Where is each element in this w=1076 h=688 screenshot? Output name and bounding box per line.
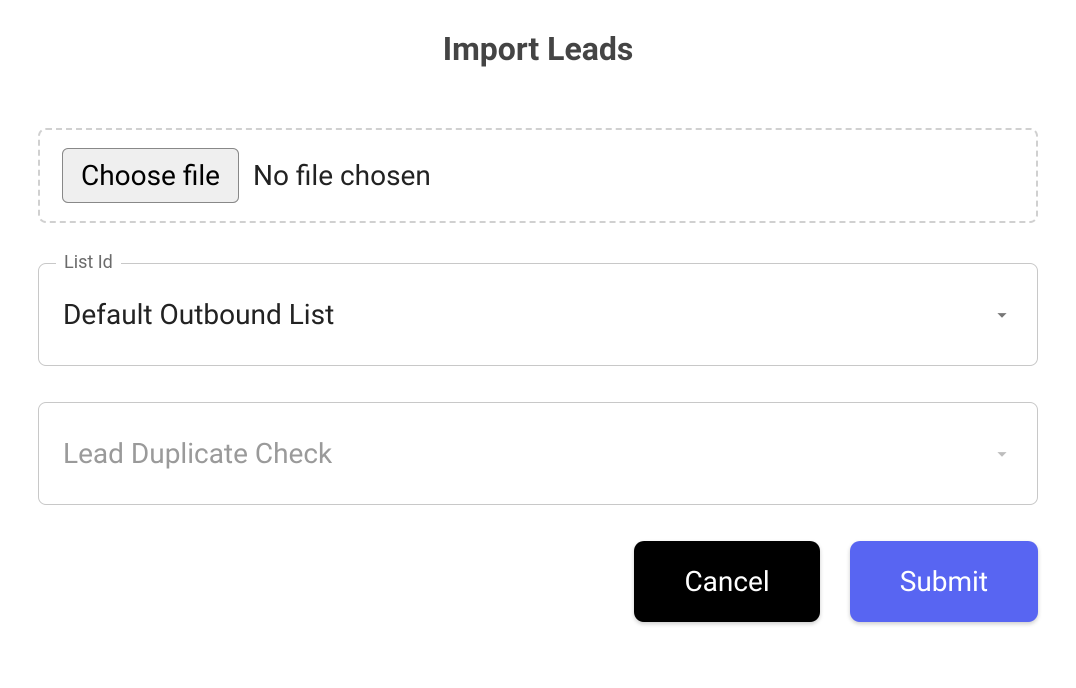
cancel-button[interactable]: Cancel: [634, 541, 819, 622]
duplicate-check-select[interactable]: Lead Duplicate Check: [38, 402, 1038, 505]
chevron-down-icon: [991, 304, 1013, 326]
list-id-value: Default Outbound List: [63, 298, 334, 331]
file-status-text: No file chosen: [253, 159, 431, 192]
list-id-select[interactable]: Default Outbound List: [38, 263, 1038, 366]
duplicate-check-field: Lead Duplicate Check: [38, 402, 1038, 505]
list-id-label: List Id: [56, 252, 121, 273]
choose-file-button[interactable]: Choose file: [62, 148, 239, 203]
file-dropzone[interactable]: Choose file No file chosen: [38, 128, 1038, 223]
submit-button[interactable]: Submit: [850, 541, 1038, 622]
button-row: Cancel Submit: [38, 541, 1038, 622]
chevron-down-icon: [991, 443, 1013, 465]
list-id-field: List Id Default Outbound List: [38, 263, 1038, 366]
page-title: Import Leads: [38, 30, 1038, 68]
duplicate-check-placeholder: Lead Duplicate Check: [63, 437, 332, 470]
